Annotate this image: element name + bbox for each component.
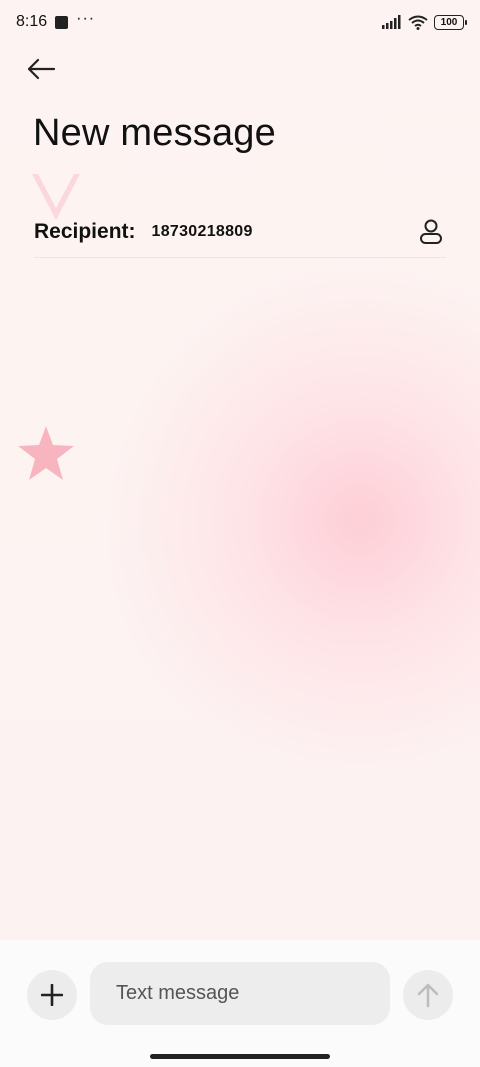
send-button[interactable] xyxy=(403,970,453,1020)
send-arrow-up-icon xyxy=(417,983,439,1008)
decorative-star-icon xyxy=(18,426,74,480)
recipient-label: Recipient: xyxy=(34,219,136,243)
plus-icon xyxy=(41,984,63,1006)
notification-square-icon xyxy=(55,15,69,29)
wifi-icon xyxy=(408,15,428,30)
back-arrow-icon xyxy=(27,58,56,80)
more-notifications-indicator: ··· xyxy=(76,10,96,27)
status-left: 8:16 ··· xyxy=(16,10,96,31)
message-input[interactable] xyxy=(90,962,390,1025)
home-indicator[interactable] xyxy=(150,1054,330,1059)
recipient-number[interactable]: 18730218809 xyxy=(152,223,253,241)
recipient-row: Recipient: 18730218809 xyxy=(34,206,446,258)
battery-level: 100 xyxy=(440,16,458,28)
battery-icon: 100 xyxy=(434,14,467,30)
status-bar: 8:16 ··· 100 xyxy=(0,0,480,44)
status-right: 100 xyxy=(382,14,467,30)
signal-icon xyxy=(382,15,401,29)
add-attachment-button[interactable] xyxy=(27,970,77,1020)
page-title: New message xyxy=(33,112,276,154)
status-time: 8:16 xyxy=(16,13,48,30)
pick-contact-button[interactable] xyxy=(416,217,446,247)
back-button[interactable] xyxy=(20,52,62,86)
contact-person-icon xyxy=(420,219,442,244)
